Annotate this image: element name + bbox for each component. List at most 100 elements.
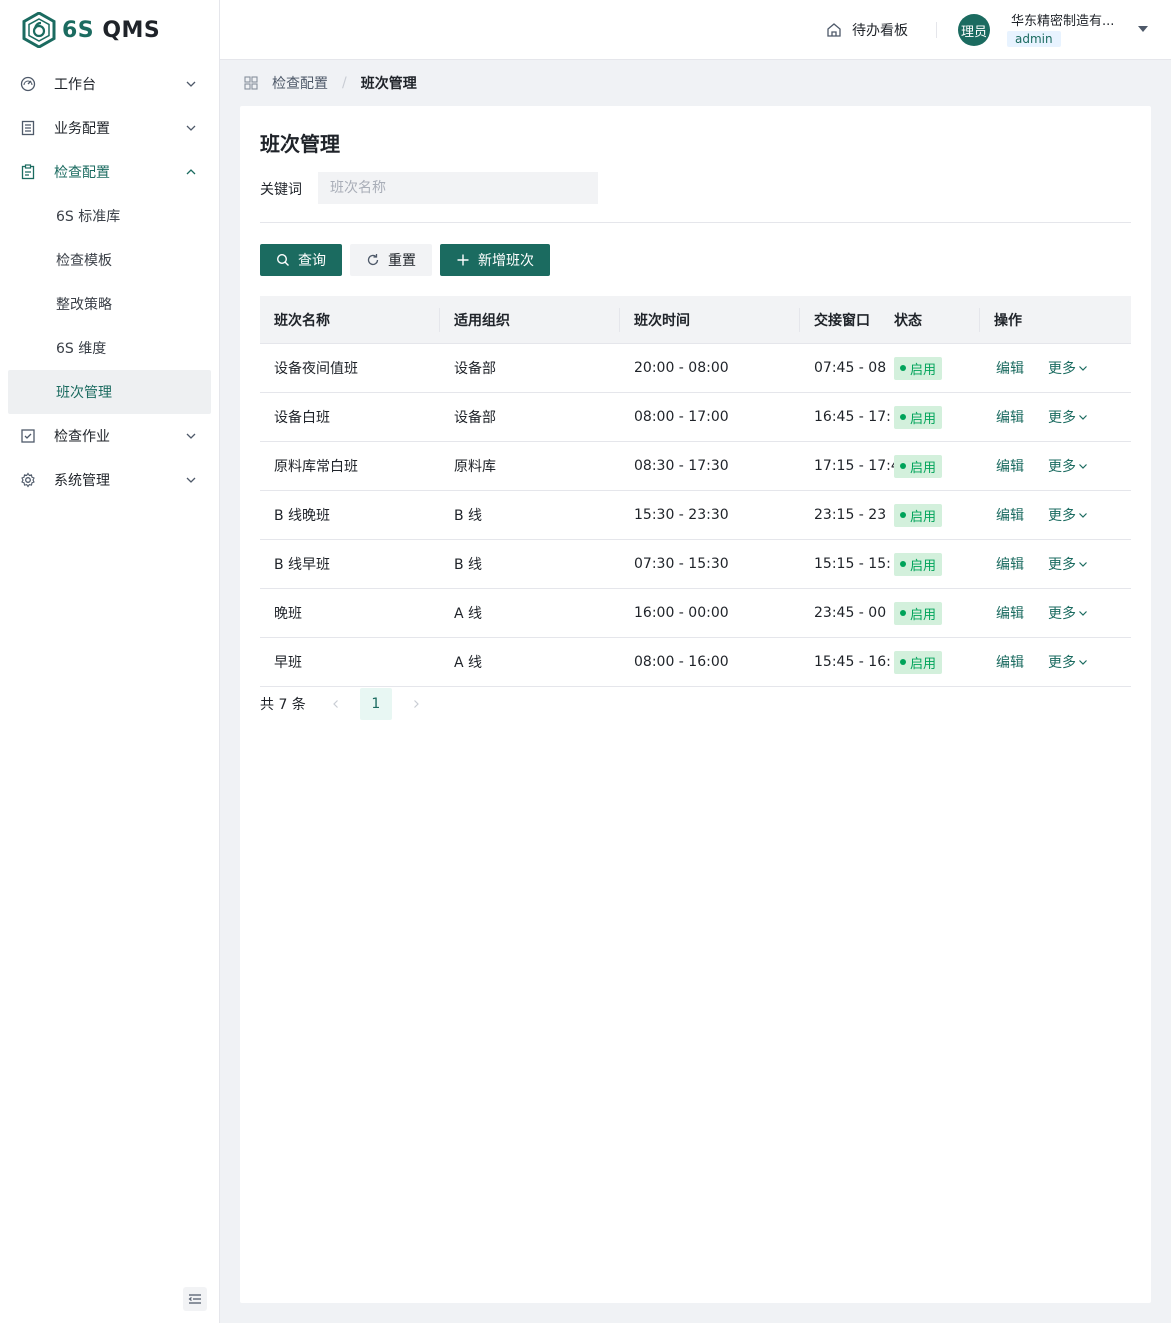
status-dot-icon (900, 512, 906, 518)
next-page-button[interactable] (400, 688, 432, 720)
status-dot-icon (900, 561, 906, 567)
more-label: 更多 (1048, 655, 1076, 671)
edit-link[interactable]: 编辑 (996, 508, 1024, 524)
more-label: 更多 (1048, 508, 1076, 524)
sidebar-item-label: 系统管理 (54, 473, 110, 489)
edit-link[interactable]: 编辑 (996, 655, 1024, 671)
sidebar-item-label: 工作台 (54, 77, 96, 93)
cell-shift-time: 08:00 - 16:00 (634, 654, 729, 670)
sidebar: 6S QMS 工作台 业务配置 检查配置 6S 标准库 检查模板 整改策略 6S… (0, 0, 220, 1323)
cell-actions: 编辑 更多 (980, 554, 1131, 574)
sidebar-item-system-management[interactable]: 系统管理 (0, 458, 219, 502)
more-dropdown[interactable]: 更多 (1048, 407, 1088, 427)
cell-handover-window: 15:45 - 16: (814, 654, 891, 670)
sidebar-item-business-config[interactable]: 业务配置 (0, 106, 219, 150)
column-header-shift-time: 班次时间 (620, 296, 800, 344)
user-menu-caret-icon[interactable] (1138, 26, 1148, 32)
more-dropdown[interactable]: 更多 (1048, 652, 1088, 672)
edit-link[interactable]: 编辑 (996, 606, 1024, 622)
prev-page-button[interactable] (320, 688, 352, 720)
organization-name[interactable]: 华东精密制造有... (1011, 10, 1129, 29)
sidebar-subitem-shift-management[interactable]: 班次管理 (8, 370, 211, 414)
status-badge: 启用 (894, 503, 943, 527)
breadcrumb-current: 班次管理 (360, 76, 417, 92)
top-header: 待办看板 理员 华东精密制造有... admin (220, 0, 1171, 60)
cell-organization: B 线 (454, 557, 483, 573)
status-badge: 启用 (894, 356, 943, 380)
plus-icon (457, 254, 469, 266)
cell-handover-window: 23:15 - 23 (814, 507, 887, 523)
query-button-label: 查询 (298, 253, 326, 269)
sidebar-subitem-inspection-templates[interactable]: 检查模板 (0, 238, 219, 282)
cell-shift-time: 15:30 - 23:30 (634, 507, 729, 523)
column-header-actions: 操作 (994, 312, 1022, 329)
status-text: 启用 (910, 362, 937, 378)
more-label: 更多 (1048, 459, 1076, 475)
reset-button[interactable]: 重置 (350, 244, 432, 276)
more-dropdown[interactable]: 更多 (1048, 603, 1088, 623)
breadcrumb-parent[interactable]: 检查配置 (272, 73, 328, 93)
sidebar-item-label: 检查作业 (54, 429, 110, 445)
sidebar-item-inspection-jobs[interactable]: 检查作业 (0, 414, 219, 458)
sidebar-subitem-6s-dimensions[interactable]: 6S 维度 (0, 326, 219, 370)
sidebar-subitem-6s-standards[interactable]: 6S 标准库 (0, 194, 219, 238)
edit-link[interactable]: 编辑 (996, 557, 1024, 573)
page-title: 班次管理 (260, 132, 340, 156)
cell-actions: 编辑 更多 (980, 407, 1131, 427)
sidebar-collapse-button[interactable] (183, 1287, 207, 1311)
grid-icon (244, 76, 258, 90)
cell-handover-window: 23:45 - 00 (814, 605, 887, 621)
pagination: 共 7 条 1 (260, 688, 432, 720)
logo-text: 6S QMS (62, 17, 161, 43)
cell-actions: 编辑 更多 (980, 652, 1131, 672)
table-row: 晚班 A 线 16:00 - 00:00 23:45 - 00 启用 编辑 更多 (260, 589, 1131, 638)
home-icon (827, 23, 841, 37)
gear-icon (21, 472, 35, 488)
more-label: 更多 (1048, 361, 1076, 377)
page-number-button[interactable]: 1 (359, 688, 392, 720)
column-header-handover-window: 交接窗口 (814, 312, 870, 329)
more-dropdown[interactable]: 更多 (1048, 456, 1088, 476)
add-shift-button-label: 新增班次 (478, 253, 534, 269)
sidebar-subitem-rectification-policy[interactable]: 整改策略 (0, 282, 219, 326)
app-logo[interactable]: 6S QMS (22, 12, 160, 48)
more-dropdown[interactable]: 更多 (1048, 505, 1088, 525)
sidebar-item-workbench[interactable]: 工作台 (0, 62, 219, 106)
more-dropdown[interactable]: 更多 (1048, 358, 1088, 378)
chevron-down-icon (1079, 562, 1087, 567)
sidebar-item-inspection-config[interactable]: 检查配置 (0, 150, 219, 194)
chevron-down-icon (1079, 366, 1087, 371)
more-dropdown[interactable]: 更多 (1048, 554, 1088, 574)
add-shift-button[interactable]: 新增班次 (440, 244, 550, 276)
todo-board-link[interactable]: 待办看板 (826, 20, 908, 40)
user-avatar[interactable]: 理员 (958, 14, 990, 46)
table-row: 设备夜间值班 设备部 20:00 - 08:00 07:45 - 08 启用 编辑 更多 (260, 344, 1131, 393)
cell-shift-name: 设备夜间值班 (274, 361, 358, 377)
ledger-icon (21, 120, 35, 136)
chevron-down-icon (186, 81, 196, 87)
table-row: B 线晚班 B 线 15:30 - 23:30 23:15 - 23 启用 编辑 更多 (260, 491, 1131, 540)
cell-shift-name: 原料库常白班 (274, 459, 358, 475)
cell-status: 启用 (894, 405, 980, 429)
more-label: 更多 (1048, 410, 1076, 426)
logo-hexagon-icon (22, 12, 56, 48)
query-button[interactable]: 查询 (260, 244, 342, 276)
chevron-left-icon (332, 700, 338, 708)
collapse-menu-icon (188, 1294, 201, 1304)
chevron-down-icon (1079, 513, 1087, 518)
status-badge: 启用 (894, 552, 943, 576)
cell-shift-time: 08:00 - 17:00 (634, 409, 729, 425)
edit-link[interactable]: 编辑 (996, 361, 1024, 377)
cell-status: 启用 (894, 503, 980, 527)
dashboard-icon (20, 76, 36, 92)
main-card: 班次管理 关键词 查询 重置 新增班次 班次名称 适用组织 班次时间 交接窗口 … (240, 106, 1151, 1303)
user-role-badge: admin (1007, 31, 1061, 47)
reset-button-label: 重置 (388, 253, 416, 269)
status-text: 启用 (910, 656, 937, 672)
edit-link[interactable]: 编辑 (996, 459, 1024, 475)
edit-link[interactable]: 编辑 (996, 410, 1024, 426)
status-text: 启用 (910, 558, 937, 574)
chevron-down-icon (186, 125, 196, 131)
refresh-icon (367, 254, 379, 266)
keyword-input[interactable] (318, 172, 598, 204)
